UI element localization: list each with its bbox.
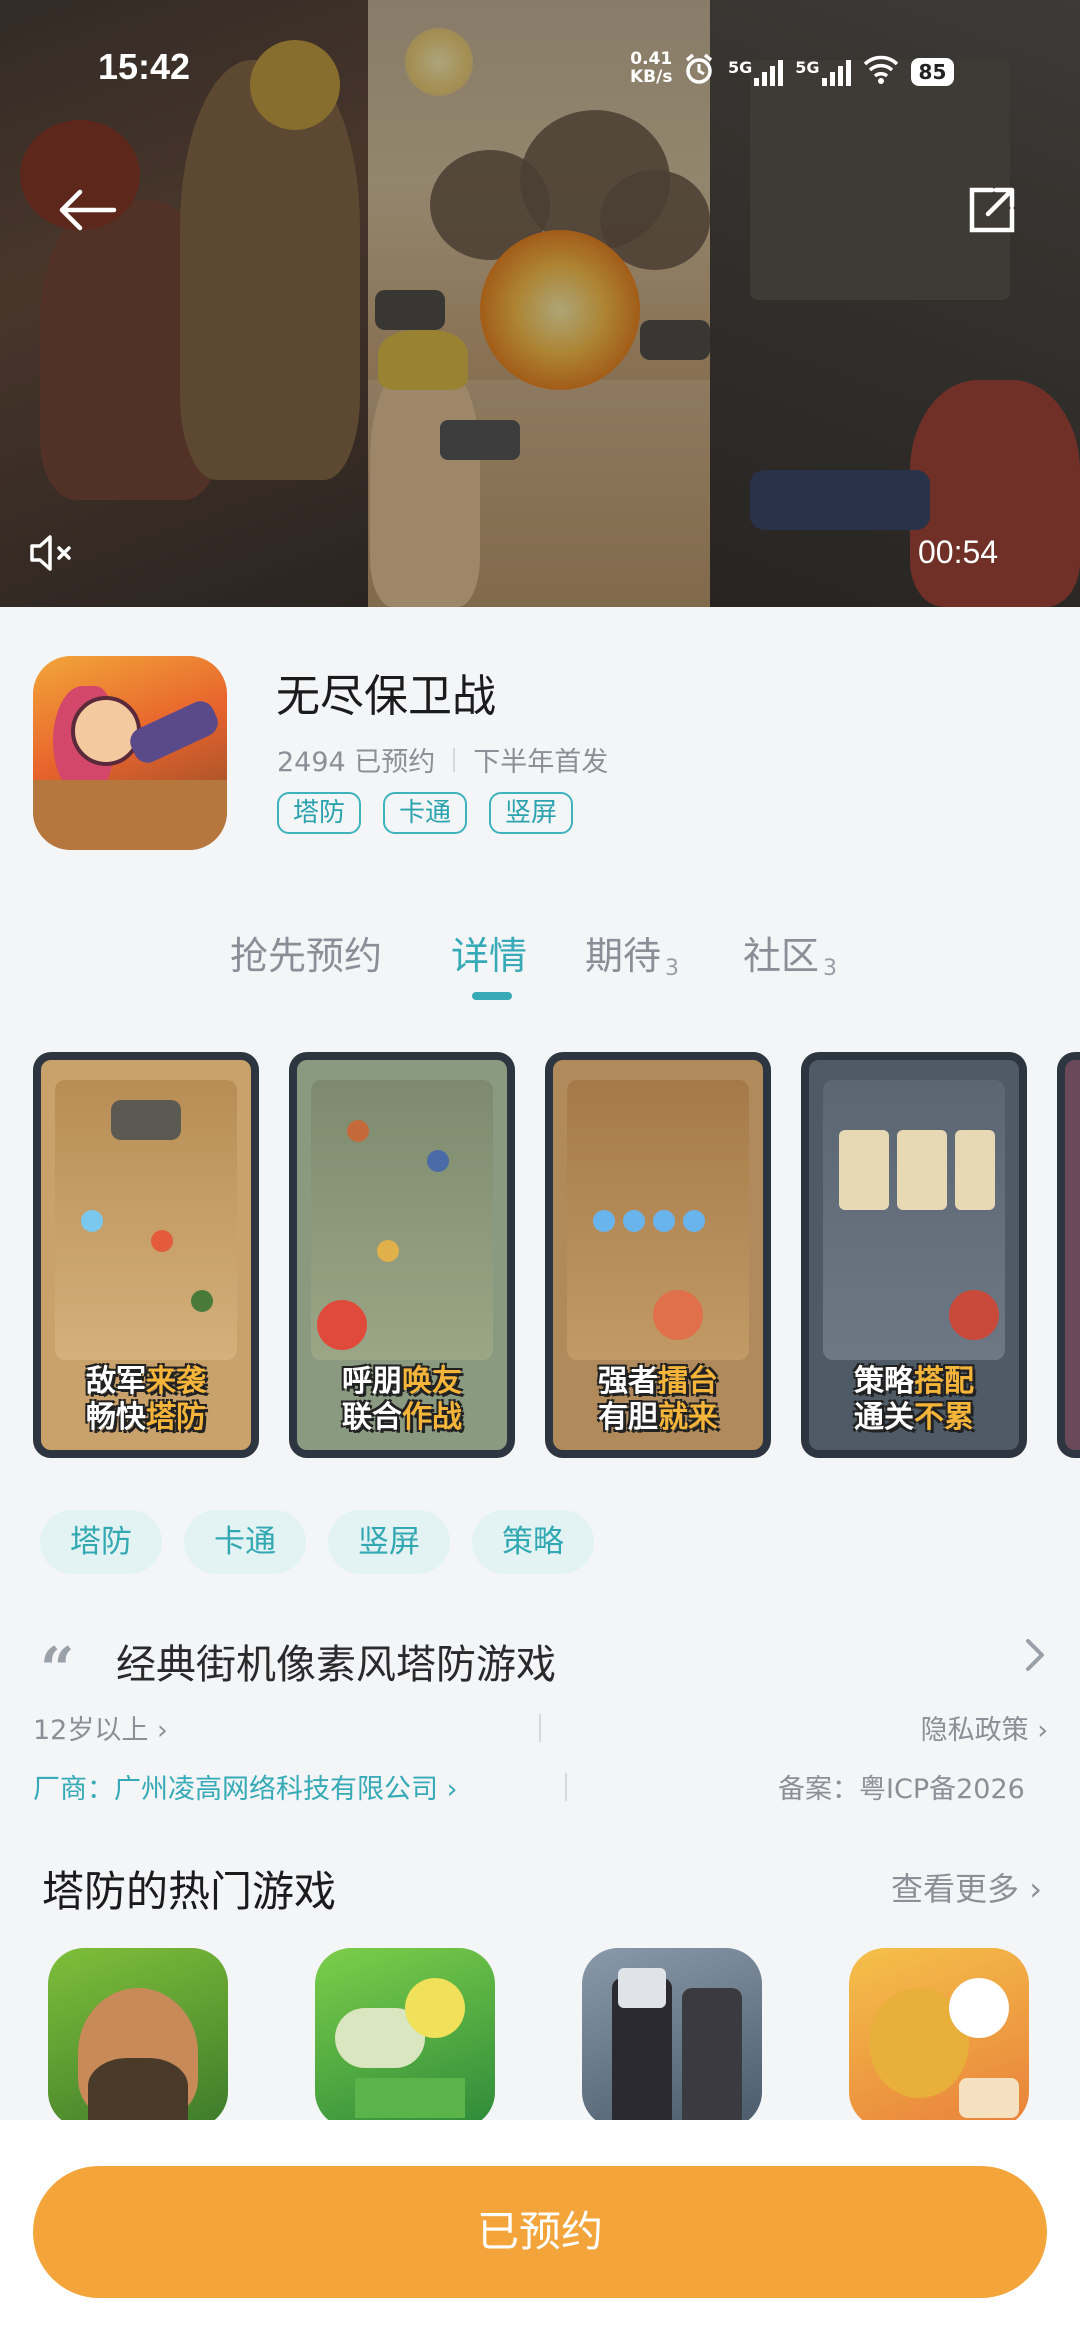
video-player[interactable]: 15:42 0.41 KB/s 5G 5G 85 00:54 xyxy=(0,0,1080,607)
status-bar: 15:42 0.41 KB/s 5G 5G 85 xyxy=(0,0,1080,140)
info-divider xyxy=(539,1714,541,1742)
tab-community[interactable]: 社区 3 xyxy=(743,925,837,981)
network-speed: 0.41 KB/s xyxy=(630,49,673,87)
section-title: 塔防的热门游戏 xyxy=(42,1867,337,1916)
category-tag[interactable]: 卡通 xyxy=(184,1510,306,1574)
popular-game-icon-1[interactable] xyxy=(48,1948,228,2128)
game-tag[interactable]: 塔防 xyxy=(277,792,362,834)
category-tag[interactable]: 塔防 xyxy=(40,1510,162,1574)
icp-filing: 备案：粤ICP备2026 xyxy=(778,1774,1025,1805)
chevron-right-icon[interactable] xyxy=(1020,1635,1050,1675)
category-tags: 塔防 卡通 竖屏 策略 xyxy=(40,1510,594,1574)
screenshot-5[interactable] xyxy=(1057,1052,1080,1458)
reservation-count: 2494 已预约 xyxy=(277,747,436,778)
game-app-icon xyxy=(33,656,227,850)
info-divider xyxy=(565,1773,567,1801)
meta-divider xyxy=(453,747,456,772)
battery-indicator: 85 xyxy=(910,57,955,86)
reserved-button[interactable]: 已预约 xyxy=(33,2166,1047,2298)
game-tag[interactable]: 竖屏 xyxy=(489,792,574,834)
popular-game-icon-3[interactable] xyxy=(582,1948,762,2128)
category-tag[interactable]: 竖屏 xyxy=(328,1510,450,1574)
tab-preorder[interactable]: 抢先预约 xyxy=(230,925,382,980)
wifi-icon xyxy=(863,54,899,89)
game-description[interactable]: 经典街机像素风塔防游戏 xyxy=(116,1632,556,1690)
game-tags: 塔防 卡通 竖屏 xyxy=(277,792,574,834)
status-icons: 5G 5G 85 xyxy=(682,52,955,91)
popular-game-icon-4[interactable] xyxy=(849,1948,1029,2128)
tab-bar: 抢先预约 详情 期待 3 社区 3 xyxy=(0,925,1080,1005)
screenshot-1[interactable]: 敌军来袭 畅快塔防 xyxy=(33,1052,259,1458)
game-meta: 2494 已预约 下半年首发 xyxy=(277,740,608,779)
info-row-2: 厂商：广州凌高网络科技有限公司 › 备案：粤ICP备2026 xyxy=(33,1767,1080,1807)
tab-details[interactable]: 详情 xyxy=(451,925,527,980)
share-icon[interactable] xyxy=(962,180,1022,240)
tab-expectations[interactable]: 期待 3 xyxy=(585,925,679,981)
quote-icon: “ xyxy=(40,1635,75,1705)
screenshot-3[interactable]: 强者擂台 有胆就来 xyxy=(545,1052,771,1458)
release-info: 下半年首发 xyxy=(473,747,609,778)
screenshot-2[interactable]: 呼朋唤友 联合作战 xyxy=(289,1052,515,1458)
info-row: 12岁以上 › 隐私政策 › xyxy=(33,1708,1048,1748)
back-arrow-icon[interactable] xyxy=(52,180,122,240)
screenshot-carousel[interactable]: 敌军来袭 畅快塔防 呼朋唤友 联合作战 强者擂台 有胆就来 策略搭配 通关不累 xyxy=(33,1052,1080,1460)
game-title: 无尽保卫战 xyxy=(276,671,496,722)
see-more-link[interactable]: 查看更多 › xyxy=(891,1864,1042,1910)
status-time: 15:42 xyxy=(98,46,191,87)
privacy-policy-link[interactable]: 隐私政策 › xyxy=(921,1708,1048,1747)
alarm-icon xyxy=(682,52,716,91)
signal-icon-1: 5G xyxy=(728,58,784,86)
video-duration: 00:54 xyxy=(918,534,999,570)
mute-icon[interactable] xyxy=(26,530,76,576)
game-tag[interactable]: 卡通 xyxy=(383,792,468,834)
age-rating-link[interactable]: 12岁以上 › xyxy=(33,1708,168,1747)
signal-icon-2: 5G xyxy=(795,58,851,86)
screenshot-4[interactable]: 策略搭配 通关不累 xyxy=(801,1052,1027,1458)
developer-link[interactable]: 厂商：广州凌高网络科技有限公司 › xyxy=(33,1767,457,1806)
popular-game-icon-2[interactable] xyxy=(315,1948,495,2128)
category-tag[interactable]: 策略 xyxy=(472,1510,594,1574)
tab-active-indicator xyxy=(472,992,512,1000)
